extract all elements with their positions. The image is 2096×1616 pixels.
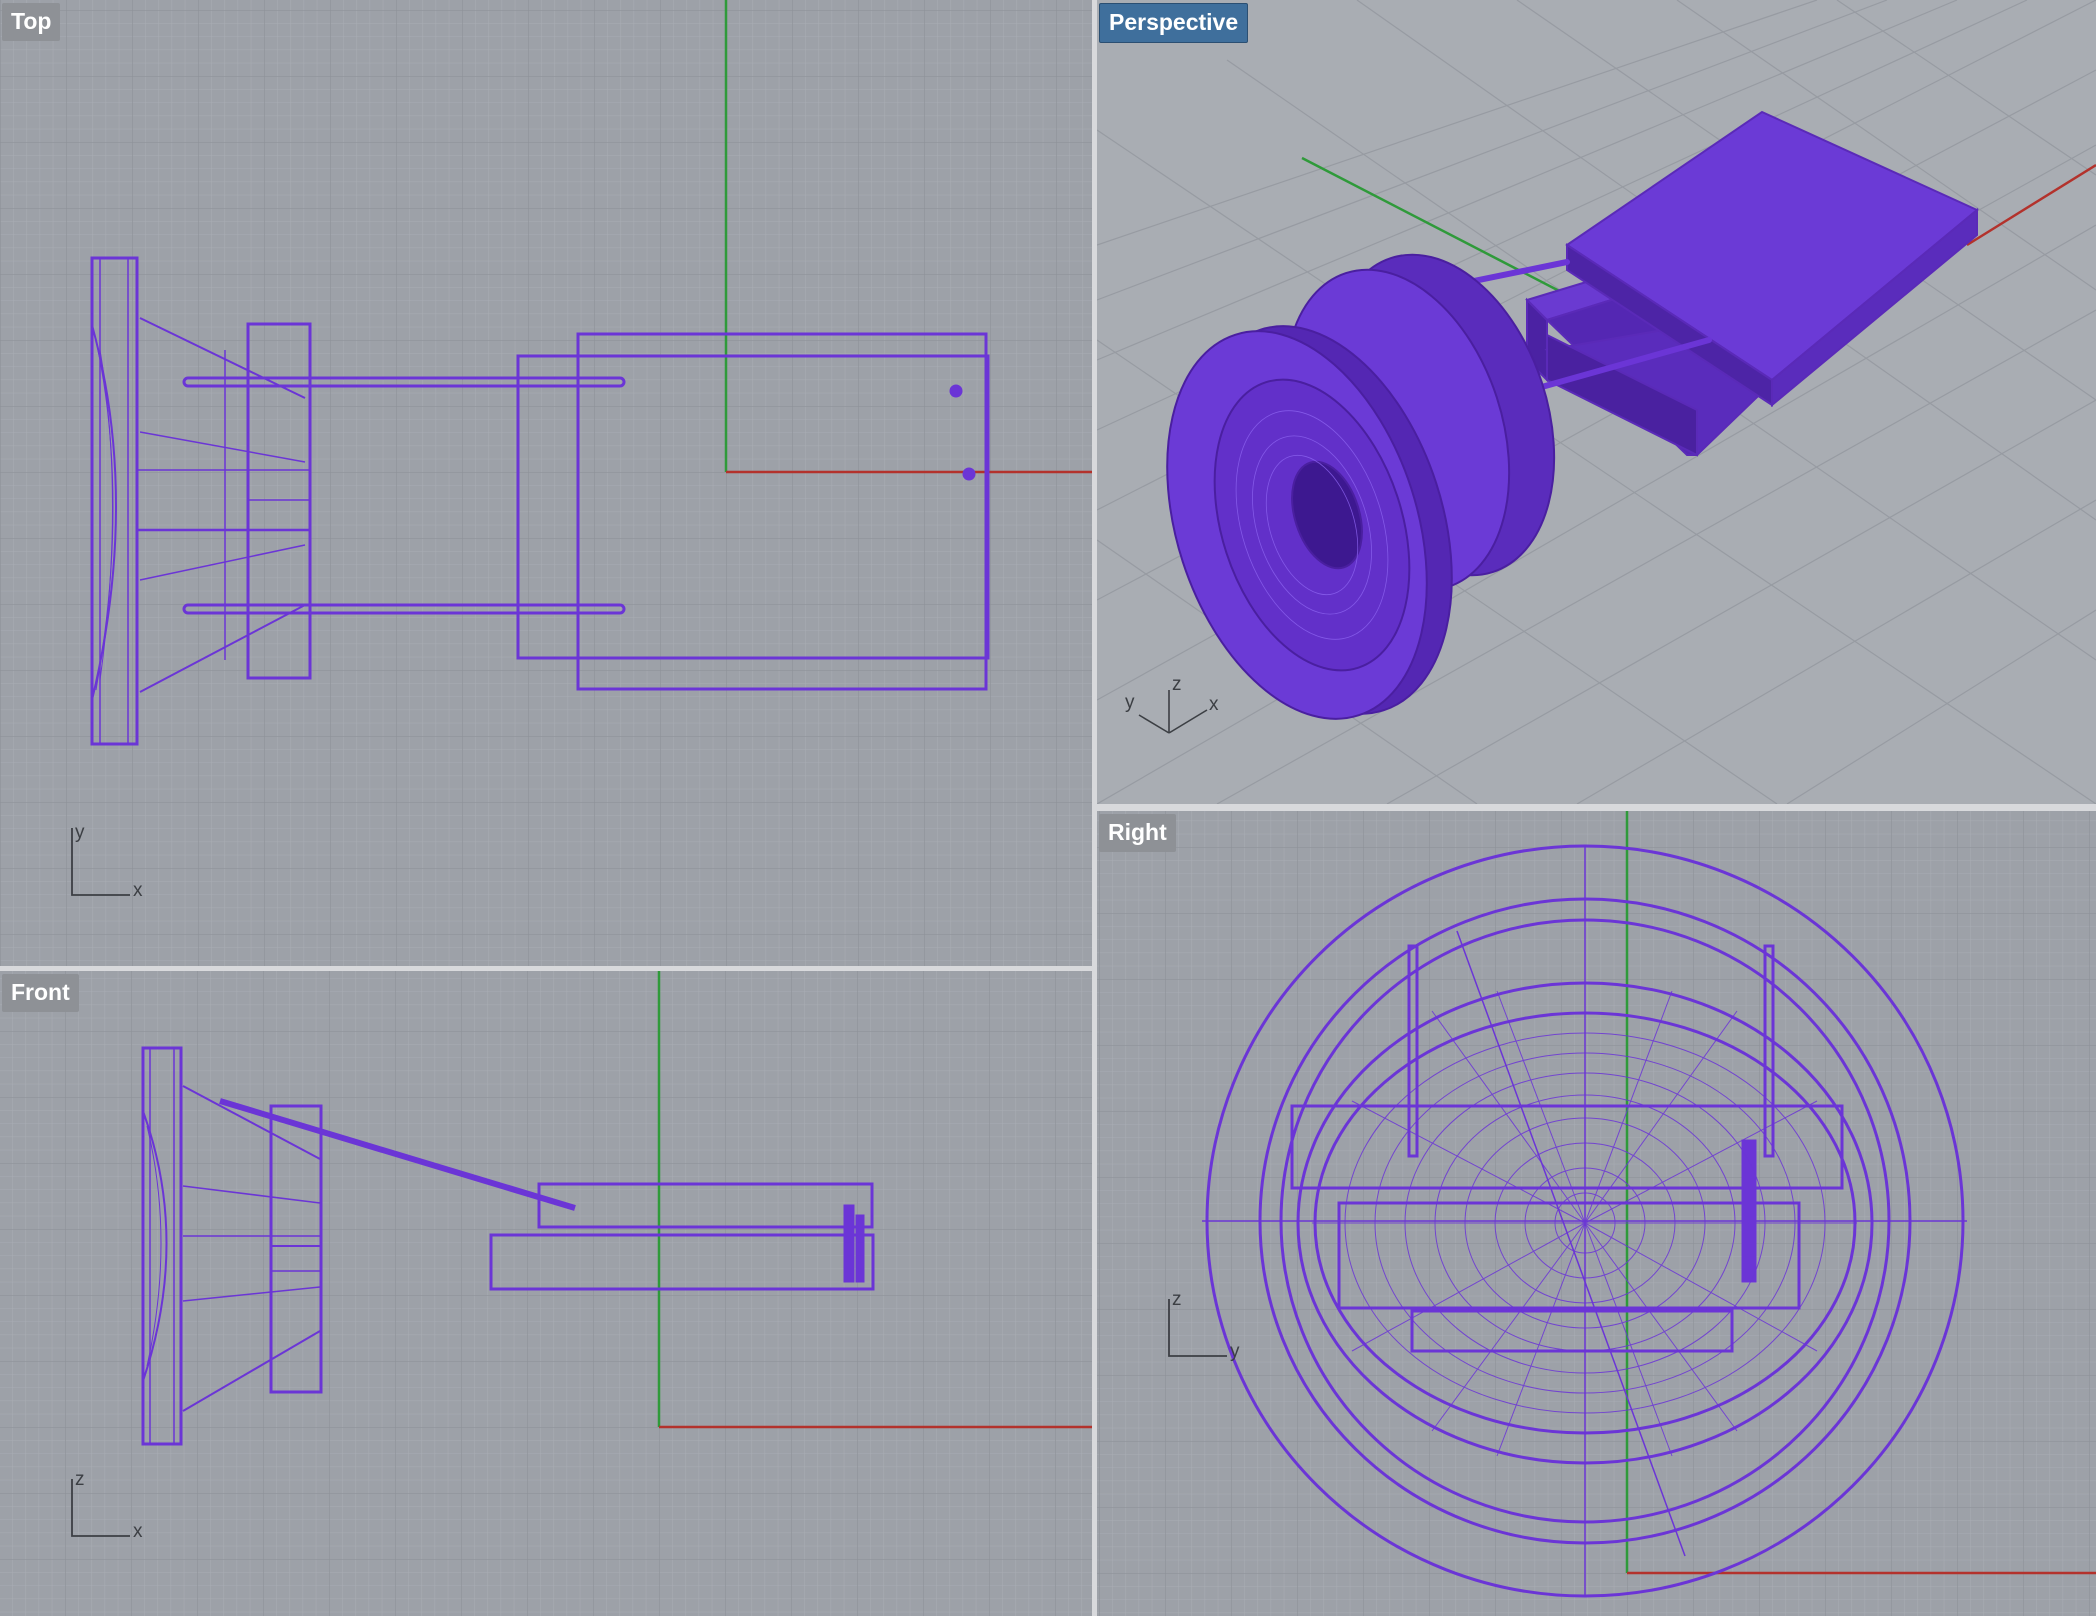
viewport-perspective[interactable]: y z x Perspective <box>1097 0 2096 804</box>
viewport-label-right[interactable]: Right <box>1099 814 1176 852</box>
right-canvas[interactable]: z y <box>1097 811 2096 1616</box>
axis-label-x: x <box>133 1521 143 1542</box>
viewport-label-perspective[interactable]: Perspective <box>1099 3 1249 43</box>
front-canvas[interactable]: z x <box>0 971 1092 1616</box>
axis-label-z: z <box>75 1469 85 1490</box>
axis-label-x: x <box>1209 694 1219 715</box>
viewport-label-front[interactable]: Front <box>2 974 79 1012</box>
axis-label-x: x <box>133 880 143 901</box>
axis-label-y: y <box>1125 692 1135 713</box>
axis-label-z: z <box>1172 1289 1182 1310</box>
viewport-right[interactable]: z y Right <box>1097 811 2096 1616</box>
viewport-label-top[interactable]: Top <box>2 3 61 41</box>
top-canvas[interactable]: y x <box>0 0 1092 966</box>
axis-label-y: y <box>1230 1341 1240 1362</box>
axis-label-y: y <box>75 822 85 843</box>
viewport-top[interactable]: y x Top <box>0 0 1092 966</box>
viewport-front[interactable]: z x Front <box>0 971 1092 1616</box>
axis-label-z: z <box>1172 674 1182 695</box>
perspective-canvas[interactable]: y z x <box>1097 0 2096 804</box>
